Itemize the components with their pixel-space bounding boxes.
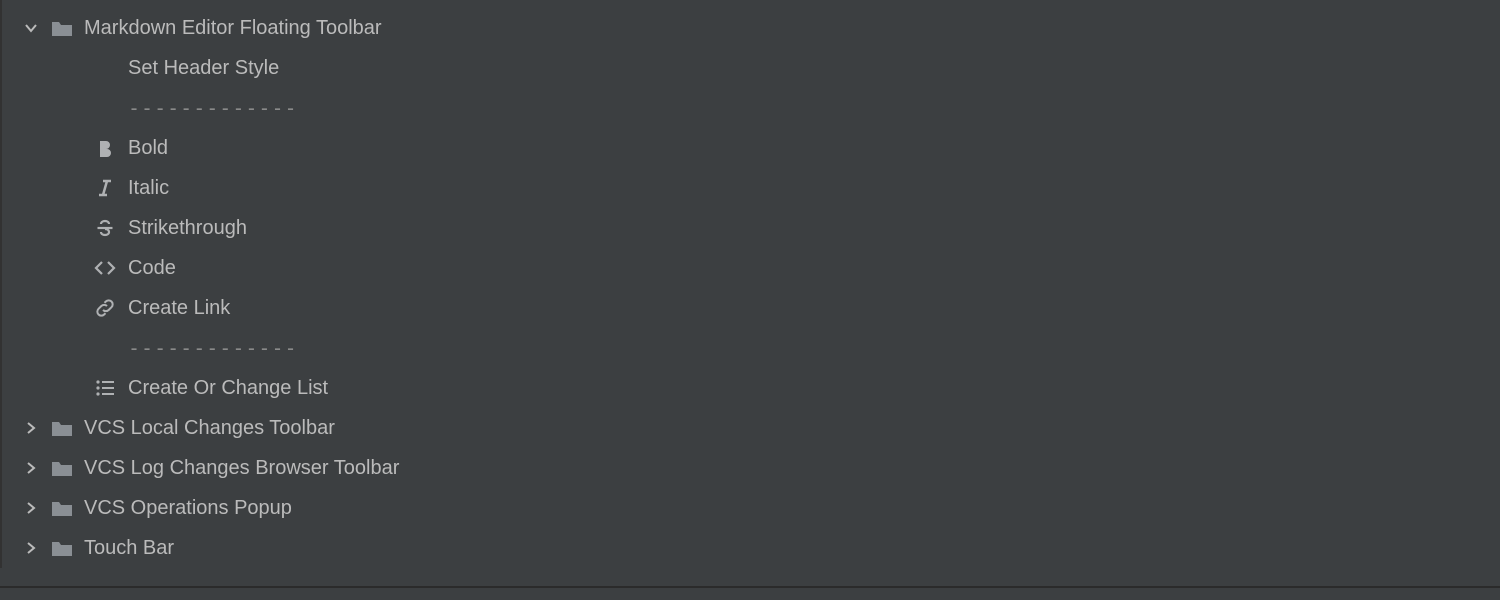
blank-icon (92, 336, 118, 360)
separator: ------------- (2, 88, 1500, 128)
action-label: Italic (128, 168, 169, 208)
action-create-or-change-list[interactable]: Create Or Change List (2, 368, 1500, 408)
tree-group-touch-bar[interactable]: Touch Bar (2, 528, 1500, 568)
chevron-right-icon (22, 499, 40, 517)
separator-text: ------------- (128, 328, 298, 368)
tree-group-label: VCS Operations Popup (84, 488, 292, 528)
folder-icon (50, 536, 74, 560)
separator: ------------- (2, 328, 1500, 368)
list-icon (92, 376, 118, 400)
blank-icon (92, 96, 118, 120)
strikethrough-icon (92, 216, 118, 240)
separator-text: ------------- (128, 88, 298, 128)
tree-group-vcs-local-changes[interactable]: VCS Local Changes Toolbar (2, 408, 1500, 448)
folder-icon (50, 496, 74, 520)
action-code[interactable]: Code (2, 248, 1500, 288)
tree-group-label: Markdown Editor Floating Toolbar (84, 8, 382, 48)
action-italic[interactable]: Italic (2, 168, 1500, 208)
action-label: Create Link (128, 288, 230, 328)
action-create-link[interactable]: Create Link (2, 288, 1500, 328)
tree-group-label: VCS Local Changes Toolbar (84, 408, 335, 448)
action-strikethrough[interactable]: Strikethrough (2, 208, 1500, 248)
chevron-down-icon (22, 19, 40, 37)
tree-group-vcs-log-changes-browser[interactable]: VCS Log Changes Browser Toolbar (2, 448, 1500, 488)
tree-group-label: VCS Log Changes Browser Toolbar (84, 448, 399, 488)
panel-footer-strip (0, 588, 1500, 600)
folder-icon (50, 16, 74, 40)
tree-group-vcs-operations-popup[interactable]: VCS Operations Popup (2, 488, 1500, 528)
blank-icon (92, 56, 118, 80)
chevron-right-icon (22, 419, 40, 437)
folder-icon (50, 416, 74, 440)
action-label: Create Or Change List (128, 368, 328, 408)
bold-icon (92, 136, 118, 160)
tree-group-label: Touch Bar (84, 528, 174, 568)
action-label: Strikethrough (128, 208, 247, 248)
action-set-header-style[interactable]: Set Header Style (2, 48, 1500, 88)
action-label: Code (128, 248, 176, 288)
action-label: Set Header Style (128, 48, 279, 88)
chevron-right-icon (22, 459, 40, 477)
tree-group-markdown-toolbar[interactable]: Markdown Editor Floating Toolbar (2, 8, 1500, 48)
settings-tree: Markdown Editor Floating Toolbar Set Hea… (0, 0, 1500, 568)
link-icon (92, 296, 118, 320)
action-bold[interactable]: Bold (2, 128, 1500, 168)
italic-icon (92, 176, 118, 200)
action-label: Bold (128, 128, 168, 168)
code-icon (92, 256, 118, 280)
folder-icon (50, 456, 74, 480)
chevron-right-icon (22, 539, 40, 557)
